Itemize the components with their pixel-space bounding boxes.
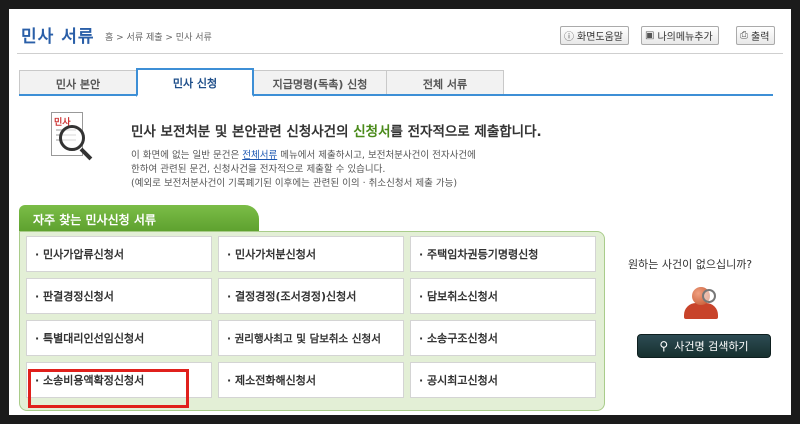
tab-bar: 민사 본안 민사 신청 지급명령(독촉) 신청 전체 서류 <box>19 68 504 97</box>
doc-item[interactable]: · 권리행사최고 및 담보취소 신청서 <box>218 320 404 356</box>
search-icon: ⚲ <box>659 339 669 353</box>
person-search-icon <box>682 287 720 321</box>
doc-item[interactable]: · 제소전화해신청서 <box>218 362 404 398</box>
tab-all-documents[interactable]: 전체 서류 <box>386 70 504 96</box>
case-search-button[interactable]: ⚲ 사건명 검색하기 <box>637 334 771 358</box>
tab-payment-order[interactable]: 지급명령(독촉) 신청 <box>253 70 387 96</box>
doc-item[interactable]: · 공시최고신청서 <box>410 362 596 398</box>
intro-headline-post: 를 전자적으로 제출합니다. <box>390 124 542 140</box>
person-body <box>684 303 718 319</box>
tab-underline <box>19 94 773 96</box>
intro-headline-pre: 민사 보전처분 및 본안관련 신청사건의 <box>131 124 354 140</box>
print-button[interactable]: ⎙ 출력 <box>736 26 776 45</box>
add-my-menu-label: 나의메뉴추가 <box>657 32 713 43</box>
breadcrumb: 홈 > 서류 제출 > 민사 서류 <box>105 33 212 43</box>
doc-item[interactable]: · 민사가압류신청서 <box>26 236 212 272</box>
panel-title: 자주 찾는 민사신청 서류 <box>19 205 259 233</box>
doc-item[interactable]: · 민사가처분신청서 <box>218 236 404 272</box>
doc-item[interactable]: · 특별대리인선임신청서 <box>26 320 212 356</box>
help-icon: ⓘ <box>564 32 574 43</box>
header-divider <box>17 53 783 54</box>
add-my-menu-button[interactable]: ▣ 나의메뉴추가 <box>641 26 719 45</box>
doc-item[interactable]: · 판결경정신청서 <box>26 278 212 314</box>
highlight-box <box>28 369 189 408</box>
all-documents-link[interactable]: 전체서류 <box>242 150 277 161</box>
page-frame: 민사 서류 홈 > 서류 제출 > 민사 서류 ⓘ 화면도움말 ▣ 나의메뉴추가… <box>9 9 791 415</box>
print-button-label: 출력 <box>751 32 770 43</box>
intro-headline: 민사 보전처분 및 본안관련 신청사건의 신청서를 전자적으로 제출합니다. <box>131 120 542 140</box>
intro-line-1: 이 화면에 없는 일반 문건은 전체서류 메뉴에서 제출하시고, 보전처분사건이… <box>131 147 476 161</box>
intro-line-1-pre: 이 화면에 없는 일반 문건은 <box>131 150 243 161</box>
doc-item[interactable]: · 소송구조신청서 <box>410 320 596 356</box>
printer-icon: ⎙ <box>740 30 748 41</box>
person-magnifier <box>702 289 716 303</box>
intro-line-2: 한하여 관련된 문건, 신청사건을 전자적으로 제출할 수 있습니다. <box>131 164 386 175</box>
no-case-question: 원하는 사건이 없으십니까? <box>628 258 753 271</box>
help-button-label: 화면도움말 <box>577 32 623 43</box>
tab-civil-application[interactable]: 민사 신청 <box>136 68 254 97</box>
page-title: 민사 서류 <box>21 27 95 47</box>
intro-line-1-post: 메뉴에서 제출하시고, 보전처분사건이 전자사건에 <box>277 150 476 161</box>
folder-icon: ▣ <box>645 30 655 41</box>
doc-item[interactable]: · 주택임차권등기명령신청 <box>410 236 596 272</box>
intro-headline-highlight: 신청서 <box>353 124 391 140</box>
tab-civil-main[interactable]: 민사 본안 <box>19 70 137 96</box>
help-button[interactable]: ⓘ 화면도움말 <box>560 26 629 45</box>
doc-item[interactable]: · 결정경정(조서경정)신청서 <box>218 278 404 314</box>
doc-item[interactable]: · 담보취소신청서 <box>410 278 596 314</box>
case-search-label: 사건명 검색하기 <box>674 340 749 353</box>
intro-line-3: (예외로 보전처분사건이 기록폐기된 이후에는 관련된 이의 · 취소신청서 제… <box>131 178 458 189</box>
